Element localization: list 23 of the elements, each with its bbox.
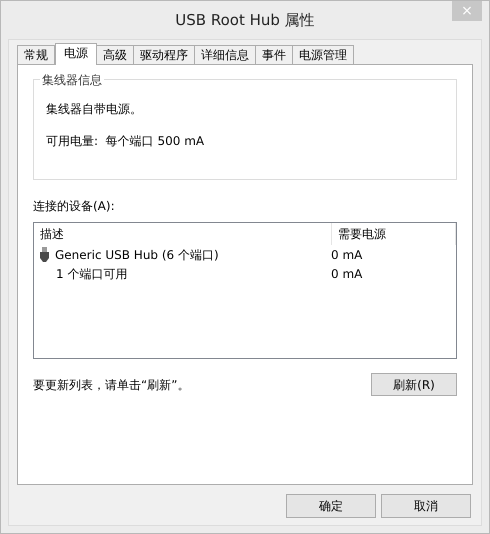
tab[interactable]: 详细信息 [194,45,256,64]
tab[interactable]: 电源管理 [292,45,354,64]
info-text: 可用电量: 每个端口 500 mA [46,133,206,150]
dialog-button[interactable]: 取消 [381,494,471,518]
column-header[interactable]: 描述 [34,223,332,245]
refresh-button[interactable]: 刷新(R) [371,373,457,396]
window-title: USB Root Hub 属性 [175,10,315,31]
tab[interactable]: 常规 [17,45,55,64]
device-list[interactable]: 描述 需要电源 Generic USB Hub (6 个端口) 0 mA 1 个端口可用 0 mA [33,222,457,359]
info-text: 集线器自带电源。 [46,101,143,118]
device-power: 0 mA [331,246,362,264]
tab[interactable]: 驱动程序 [133,45,195,64]
group-title: 集线器信息 [40,71,104,89]
column-header[interactable]: 需要电源 [332,223,456,245]
device-power: 0 mA [331,266,362,282]
refresh-hint: 要更新列表，请单击“刷新”。 [33,376,190,394]
devices-label: 连接的设备(A): [33,198,116,215]
dialog-button[interactable]: 确定 [286,494,376,518]
usb-plug-icon [40,247,49,262]
tab[interactable]: 事件 [255,45,293,64]
device-name: Generic USB Hub (6 个端口) [55,246,219,264]
tab[interactable]: 电源 [55,43,97,65]
device-name: 1 个端口可用 [56,266,128,282]
